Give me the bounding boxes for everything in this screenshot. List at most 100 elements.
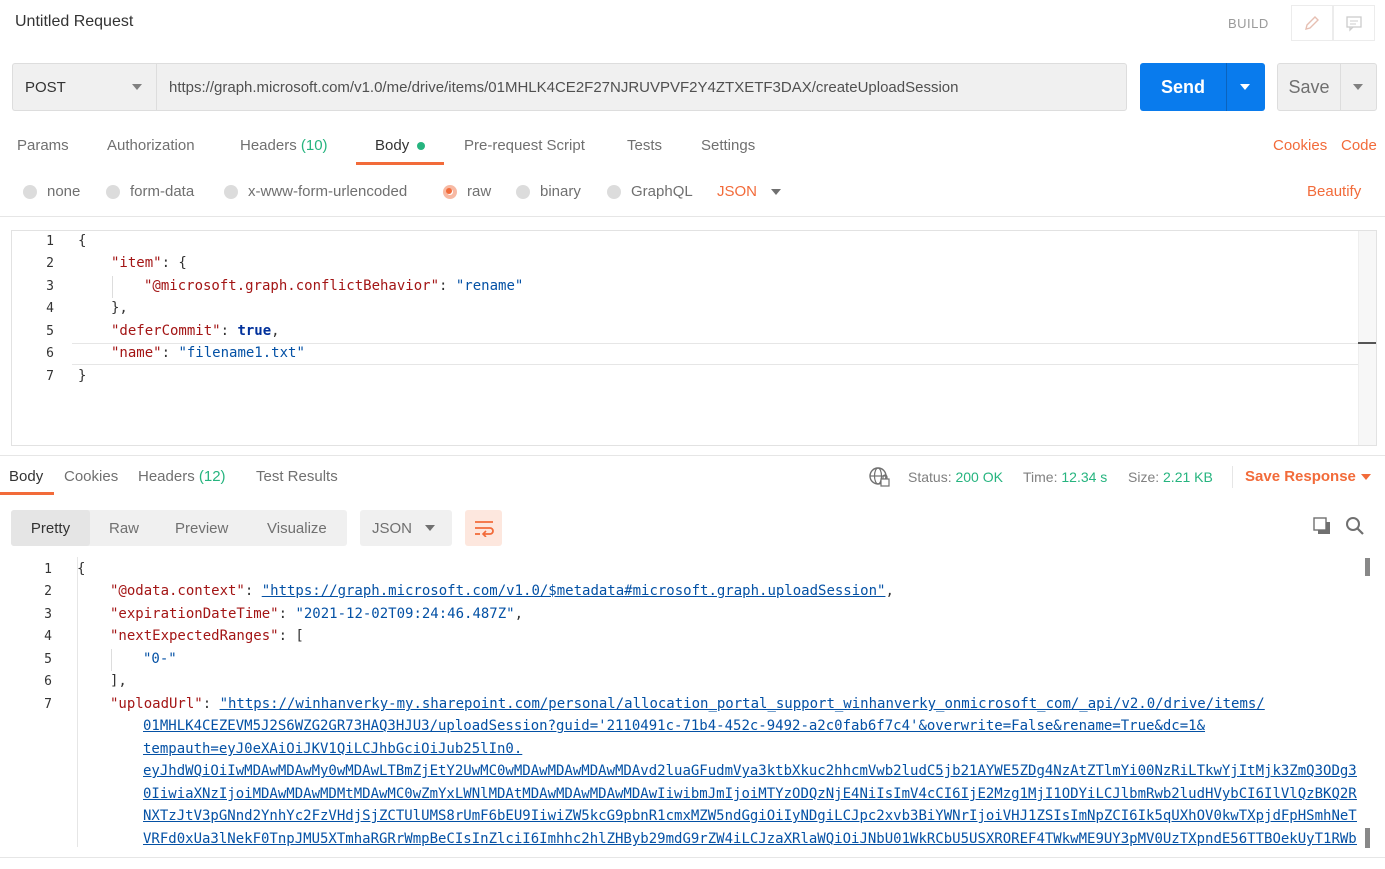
- tab-settings[interactable]: Settings: [701, 137, 755, 154]
- json-string: "rename": [455, 278, 524, 294]
- view-pretty[interactable]: Pretty: [11, 510, 90, 546]
- response-format-select[interactable]: JSON: [360, 510, 452, 546]
- code-line: "@microsoft.graph.conflictBehavior": "re…: [144, 278, 523, 294]
- response-tab-test-results[interactable]: Test Results: [256, 468, 338, 485]
- time-label: Time:: [1023, 469, 1058, 485]
- body-format-select[interactable]: JSON: [717, 183, 757, 200]
- view-visualize[interactable]: Visualize: [267, 510, 327, 546]
- tab-headers-label: Headers: [240, 137, 297, 154]
- scrollbar-marker: [1358, 342, 1376, 344]
- method-select[interactable]: POST: [12, 63, 156, 111]
- bottom-divider: [0, 857, 1385, 858]
- url-input[interactable]: https://graph.microsoft.com/v1.0/me/driv…: [156, 63, 1127, 111]
- code-line: "item": {: [111, 255, 187, 271]
- tab-tests[interactable]: Tests: [627, 137, 662, 154]
- code-line: },: [111, 300, 128, 316]
- line-number: 1: [44, 562, 52, 577]
- code-line: "expirationDateTime": "2021-12-02T09:24:…: [110, 606, 523, 622]
- json-punct: :: [202, 696, 220, 712]
- radio-urlencoded[interactable]: x-www-form-urlencoded: [224, 183, 407, 200]
- send-options-chevron-icon[interactable]: [1240, 84, 1250, 90]
- save-label: Save: [1288, 76, 1330, 97]
- json-punct: ,: [514, 606, 524, 622]
- response-view-tabs: Pretty Raw Preview Visualize: [11, 510, 347, 546]
- view-preview[interactable]: Preview: [175, 510, 228, 546]
- radio-raw[interactable]: raw: [443, 183, 491, 200]
- save-options-chevron-icon[interactable]: [1353, 84, 1363, 90]
- response-time: Time: 12.34 s: [1023, 469, 1107, 485]
- beautify-link[interactable]: Beautify: [1307, 183, 1361, 200]
- json-link-continuation[interactable]: VRFd0xUa3lNekF0TnpJMU5XTmhaRGRrWmpBeCIsI…: [143, 831, 1357, 847]
- line-number: 4: [46, 301, 54, 316]
- body-modified-dot: [417, 142, 425, 150]
- radio-graphql[interactable]: GraphQL: [607, 183, 693, 200]
- tab-headers[interactable]: Headers (10): [240, 137, 328, 154]
- active-tab-indicator: [0, 492, 54, 495]
- chevron-down-icon[interactable]: [771, 189, 781, 195]
- response-tab-headers[interactable]: Headers (12): [138, 468, 226, 485]
- json-link-continuation[interactable]: NXTzJtV3pGNnd2YnhYc2FzVHdjSjZCTUlUMS8rUm…: [143, 808, 1357, 824]
- comments-button[interactable]: [1333, 5, 1375, 41]
- code-link[interactable]: Code: [1341, 137, 1377, 154]
- tab-authorization[interactable]: Authorization: [107, 137, 195, 154]
- json-link[interactable]: "https://winhanverky-my.sharepoint.com/p…: [220, 696, 1265, 712]
- status-label: Status:: [908, 469, 952, 485]
- chevron-down-icon[interactable]: [1361, 474, 1371, 480]
- copy-icon[interactable]: [1312, 516, 1332, 541]
- json-key: "uploadUrl": [110, 696, 203, 712]
- json-link[interactable]: "https://graph.microsoft.com/v1.0/$metad…: [262, 583, 886, 599]
- code-line: }: [78, 368, 87, 384]
- editor-scrollbar[interactable]: [1358, 231, 1376, 445]
- send-button[interactable]: Send: [1140, 63, 1265, 111]
- scrollbar-thumb-bottom[interactable]: [1365, 828, 1370, 848]
- json-string: "filename1.txt": [178, 345, 305, 361]
- json-link-continuation[interactable]: eyJhdWQiOiIwMDAwMDAwMy0wMDAwLTBmZjEtY2Uw…: [143, 763, 1357, 779]
- line-number: 6: [44, 674, 52, 689]
- save-divider: [1340, 64, 1341, 110]
- chevron-down-icon[interactable]: [425, 525, 435, 531]
- active-tab-indicator: [356, 162, 444, 165]
- radio-circle-selected: [443, 184, 457, 199]
- json-punct: :: [220, 323, 238, 339]
- code-line: ],: [110, 673, 127, 689]
- save-button[interactable]: Save: [1277, 63, 1377, 111]
- radio-binary[interactable]: binary: [516, 183, 581, 200]
- line-number: 3: [46, 279, 54, 294]
- tab-prerequest-script[interactable]: Pre-request Script: [464, 137, 585, 154]
- cookies-link[interactable]: Cookies: [1273, 137, 1327, 154]
- line-number: 5: [46, 324, 54, 339]
- radio-form-data[interactable]: form-data: [106, 183, 194, 200]
- json-key: "item": [111, 255, 162, 271]
- json-key: "@microsoft.graph.conflictBehavior": [144, 278, 440, 294]
- scrollbar-thumb-top[interactable]: [1365, 558, 1370, 576]
- request-title[interactable]: Untitled Request: [15, 13, 133, 31]
- json-key: "name": [111, 345, 162, 361]
- wrap-lines-button[interactable]: [465, 510, 502, 546]
- response-scrollbar[interactable]: [1363, 558, 1373, 848]
- globe-icon[interactable]: [869, 466, 891, 493]
- json-punct: : {: [161, 255, 187, 271]
- line-number: 7: [44, 697, 52, 712]
- tab-params[interactable]: Params: [17, 137, 69, 154]
- json-punct: :: [161, 345, 179, 361]
- json-link-continuation[interactable]: 0IiwiaXNzIjoiMDAwMDAwMDMtMDAwMC0wZmYxLWN…: [143, 786, 1357, 802]
- tab-body[interactable]: Body: [375, 137, 409, 154]
- radio-none[interactable]: none: [23, 183, 80, 200]
- json-link-continuation[interactable]: tempauth=eyJ0eXAiOiJKV1QiLCJhbGciOiJub25…: [143, 741, 522, 757]
- response-tab-body[interactable]: Body: [9, 468, 43, 485]
- edit-button[interactable]: [1291, 5, 1333, 41]
- code-line: "deferCommit": true,: [111, 323, 280, 339]
- time-value: 12.34 s: [1061, 469, 1108, 485]
- json-link-continuation[interactable]: 01MHLK4CEZEVM5J2S6WZG2GR73HAQ3HJU3/uploa…: [143, 718, 1205, 734]
- radio-circle: [607, 184, 621, 199]
- save-response-button[interactable]: Save Response: [1245, 468, 1356, 485]
- search-icon[interactable]: [1345, 516, 1365, 541]
- view-raw[interactable]: Raw: [109, 510, 139, 546]
- build-label[interactable]: BUILD: [1228, 16, 1269, 31]
- radio-circle: [106, 184, 120, 199]
- json-punct: :: [439, 278, 456, 294]
- status-value: 200 OK: [955, 469, 1003, 485]
- response-tab-cookies[interactable]: Cookies: [64, 468, 118, 485]
- line-number: 2: [46, 256, 54, 271]
- response-size: Size: 2.21 KB: [1128, 469, 1213, 485]
